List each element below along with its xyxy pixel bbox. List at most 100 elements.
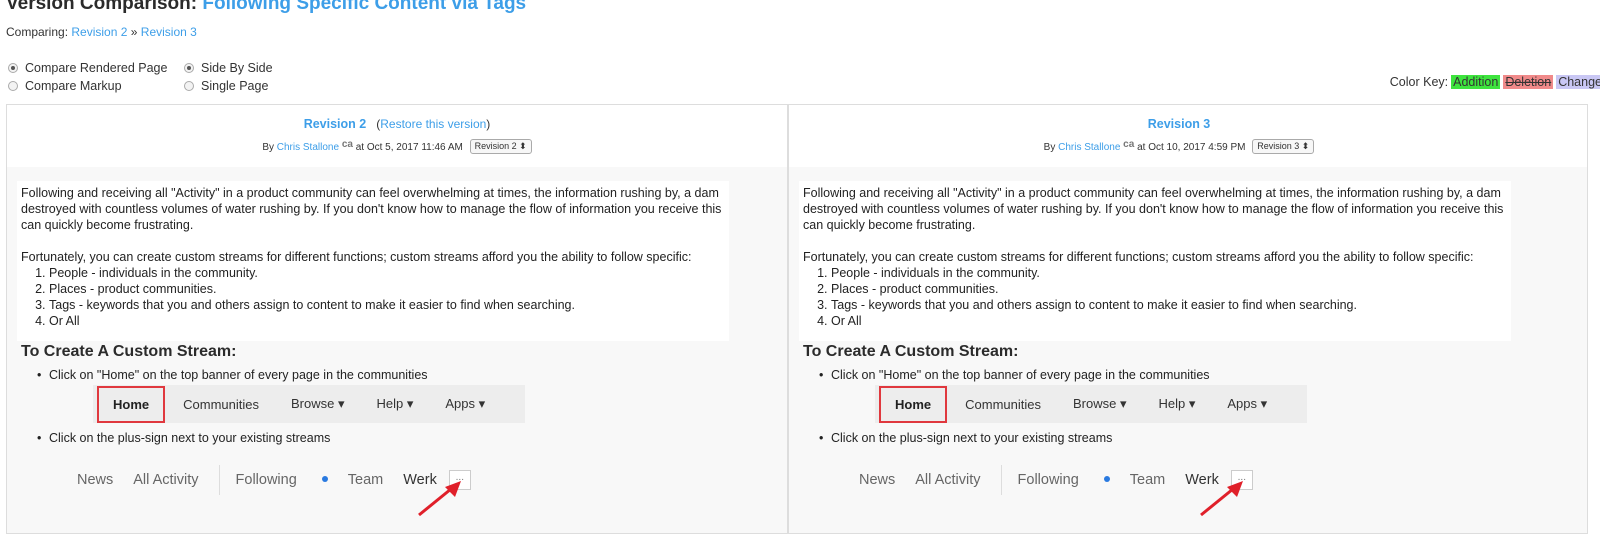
bullet-1: Click on "Home" on the top banner of eve…: [37, 368, 428, 382]
para-2: Fortunately, you can create custom strea…: [803, 250, 1474, 264]
list-item: People - individuals in the community.: [831, 265, 1507, 281]
key-addition: Addition: [1451, 75, 1501, 89]
left-author-link[interactable]: Chris Stallone: [277, 142, 339, 153]
stream-following: Following: [236, 472, 328, 488]
page-title: Version Comparison: Following Specific C…: [6, 0, 526, 15]
red-arrow-icon: [418, 481, 461, 517]
right-content: Following and receiving all "Activity" i…: [789, 167, 1587, 533]
by-label: By: [262, 142, 274, 153]
streams-screenshot: News All Activity Following Team Werk ..…: [859, 465, 1253, 495]
nav-home: Home: [879, 385, 948, 423]
stream-following-label: Following: [235, 472, 297, 488]
nav-home: Home: [97, 385, 166, 423]
bullet-1: Click on "Home" on the top banner of eve…: [819, 368, 1210, 382]
nav-screenshot: Home Communities Browse ▾ Help ▾ Apps ▾: [93, 385, 525, 423]
stream-news: News: [859, 472, 896, 488]
list-item: People - individuals in the community.: [49, 265, 725, 281]
list-item: Or All: [831, 313, 1507, 329]
list-item: Tags - keywords that you and others assi…: [831, 297, 1507, 313]
radio-icon[interactable]: [184, 81, 194, 91]
nav-apps: Apps ▾: [445, 396, 486, 411]
right-by-line: By Chris Stallone ca at Oct 10, 2017 4:5…: [789, 139, 1569, 154]
color-key-label: Color Key:: [1389, 75, 1449, 89]
intro-block: Following and receiving all "Activity" i…: [17, 181, 729, 341]
nav-screenshot: Home Communities Browse ▾ Help ▾ Apps ▾: [875, 385, 1307, 423]
red-arrow-icon: [1200, 481, 1243, 517]
right-revision-line: Revision 3: [789, 117, 1569, 131]
left-revision-title: Revision 2: [303, 117, 367, 131]
nav-apps: Apps ▾: [1227, 396, 1268, 411]
option-compare-markup[interactable]: Compare Markup: [8, 79, 122, 93]
left-revision-select[interactable]: Revision 2 ⬍: [469, 139, 532, 154]
option-label: Compare Rendered Page: [25, 61, 168, 75]
option-single-page[interactable]: Single Page: [184, 79, 268, 93]
stream-following: Following: [1018, 472, 1110, 488]
list-item: Or All: [49, 313, 725, 329]
left-pane-header: Revision 2 (Restore this version) By Chr…: [7, 105, 787, 167]
bullet-2: Click on the plus-sign next to your exis…: [819, 431, 1112, 445]
section-heading: To Create A Custom Stream:: [803, 343, 1019, 360]
left-content: Following and receiving all "Activity" i…: [7, 167, 787, 533]
section-heading: To Create A Custom Stream:: [21, 343, 237, 360]
right-pane: Revision 3 By Chris Stallone ca at Oct 1…: [788, 104, 1588, 534]
follow-list: People - individuals in the community. P…: [803, 265, 1507, 329]
bullet-2: Click on the plus-sign next to your exis…: [37, 431, 330, 445]
left-revision-line: Revision 2 (Restore this version): [7, 117, 787, 131]
left-by-line: By Chris Stallone ca at Oct 5, 2017 11:4…: [7, 139, 787, 154]
stream-all-activity: All Activity: [915, 472, 981, 488]
right-author-link[interactable]: Chris Stallone: [1058, 142, 1120, 153]
title-prefix: Version Comparison:: [6, 0, 198, 14]
stream-team: Team: [347, 472, 384, 488]
color-key: Color Key: Addition Deletion Change: [1390, 75, 1600, 89]
left-timestamp: at Oct 5, 2017 11:46 AM: [355, 142, 463, 153]
restore-wrapper: (Restore this version): [376, 117, 490, 131]
stream-following-label: Following: [1017, 472, 1079, 488]
intro-block: Following and receiving all "Activity" i…: [799, 181, 1511, 341]
stream-team: Team: [1129, 472, 1166, 488]
by-label: By: [1043, 142, 1056, 153]
option-compare-rendered[interactable]: Compare Rendered Page: [8, 61, 167, 75]
para-2: Fortunately, you can create custom strea…: [21, 250, 692, 264]
key-change: Change: [1556, 75, 1600, 89]
option-label: Single Page: [201, 79, 269, 93]
right-revision-title: Revision 3: [1147, 117, 1211, 131]
title-subject: Following Specific Content via Tags: [202, 0, 527, 14]
nav-communities: Communities: [183, 396, 259, 412]
comparing-label: Comparing:: [6, 25, 69, 39]
para-1: Following and receiving all "Activity" i…: [21, 186, 722, 232]
stream-news: News: [77, 472, 114, 488]
radio-icon[interactable]: [8, 63, 18, 73]
author-badge-icon: ca: [1123, 139, 1135, 150]
restore-version-link[interactable]: Restore this version: [380, 117, 486, 131]
unread-dot-icon: [1103, 476, 1110, 482]
right-pane-header: Revision 3 By Chris Stallone ca at Oct 1…: [789, 105, 1587, 167]
right-timestamp: at Oct 10, 2017 4:59 PM: [1137, 142, 1246, 153]
radio-icon[interactable]: [8, 81, 18, 91]
stream-all-activity: All Activity: [133, 472, 199, 488]
right-revision-select[interactable]: Revision 3 ⬍: [1252, 139, 1315, 154]
list-item: Places - product communities.: [49, 281, 725, 297]
option-label: Side By Side: [201, 61, 273, 75]
unread-dot-icon: [321, 476, 328, 482]
author-badge-icon: ca: [341, 139, 353, 150]
nav-help: Help ▾: [376, 396, 414, 411]
nav-communities: Communities: [965, 396, 1041, 412]
streams-screenshot: News All Activity Following Team Werk ..…: [77, 465, 471, 495]
left-pane: Revision 2 (Restore this version) By Chr…: [6, 104, 788, 534]
radio-icon[interactable]: [184, 63, 194, 73]
follow-list: People - individuals in the community. P…: [21, 265, 725, 329]
rev-to-link[interactable]: Revision 3: [141, 25, 197, 39]
rev-from-link[interactable]: Revision 2: [71, 25, 127, 39]
nav-browse: Browse ▾: [1072, 396, 1127, 411]
option-side-by-side[interactable]: Side By Side: [184, 61, 273, 75]
para-1: Following and receiving all "Activity" i…: [803, 186, 1504, 232]
nav-help: Help ▾: [1158, 396, 1196, 411]
list-item: Tags - keywords that you and others assi…: [49, 297, 725, 313]
nav-browse: Browse ▾: [290, 396, 345, 411]
key-deletion: Deletion: [1503, 75, 1554, 89]
comparing-line: Comparing: Revision 2 » Revision 3: [6, 25, 197, 39]
comparing-separator: »: [130, 25, 138, 39]
option-label: Compare Markup: [25, 79, 122, 93]
list-item: Places - product communities.: [831, 281, 1507, 297]
restore-close: ): [486, 117, 491, 131]
